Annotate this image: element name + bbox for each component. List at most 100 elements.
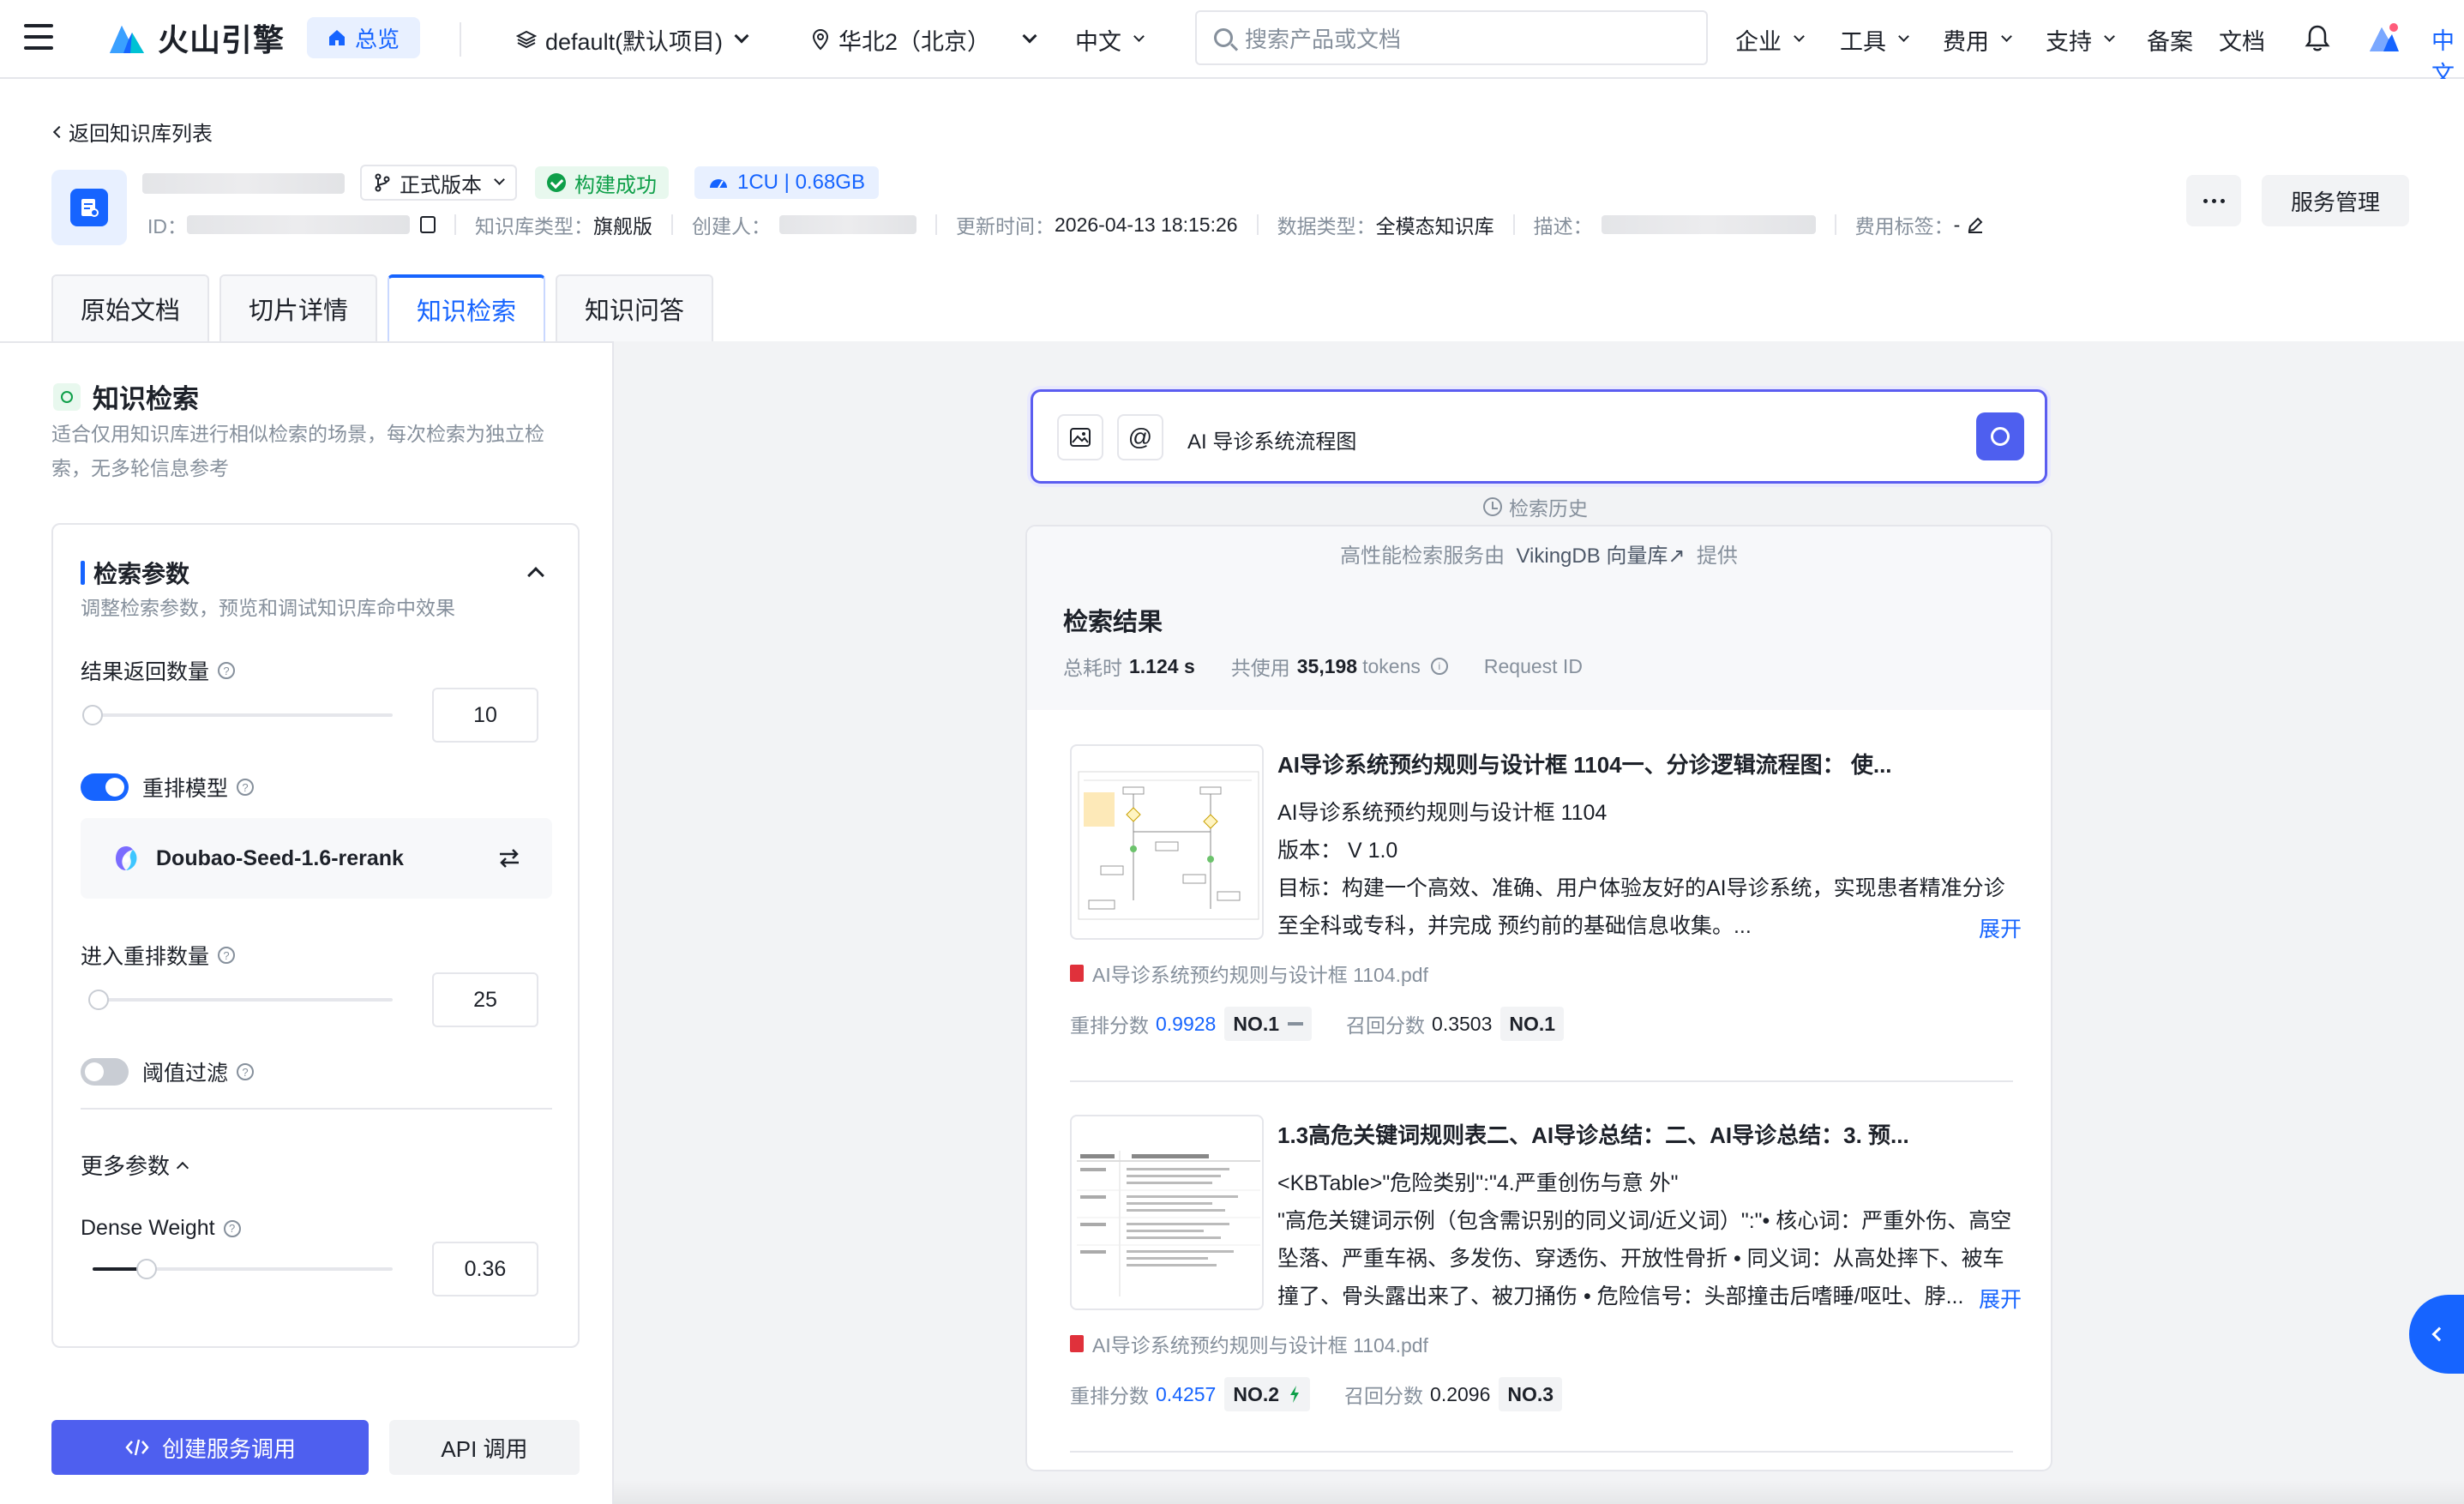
rerank-toggle[interactable] bbox=[81, 773, 129, 801]
expand-link[interactable]: 展开 bbox=[1979, 912, 2022, 943]
project-name: default(默认项目) bbox=[545, 28, 724, 55]
slider-handle[interactable] bbox=[88, 990, 109, 1010]
menu-tools-label: 工具 bbox=[1840, 28, 1886, 55]
back-to-list-link[interactable]: 返回知识库列表 bbox=[52, 117, 213, 147]
result-title[interactable]: AI导诊系统预约规则与设计框 1104一、分诊逻辑流程图： 使... bbox=[1277, 748, 1963, 779]
threshold-filter-toggle[interactable] bbox=[81, 1058, 129, 1086]
rerank-count-slider[interactable] bbox=[88, 990, 393, 1010]
help-icon[interactable]: ? bbox=[237, 1063, 255, 1080]
brand-logo[interactable]: 火山引擎 bbox=[106, 15, 285, 60]
bell-icon[interactable] bbox=[2305, 24, 2330, 53]
create-service-call-button[interactable]: 创建服务调用 bbox=[51, 1420, 369, 1475]
check-circle-icon bbox=[547, 173, 566, 192]
result-thumbnail[interactable] bbox=[1070, 744, 1264, 940]
region-selector[interactable]: 华北2（北京） bbox=[811, 21, 1037, 58]
pdf-icon bbox=[1070, 1335, 1084, 1352]
service-management-button[interactable]: 服务管理 bbox=[2262, 175, 2409, 226]
menu-tools[interactable]: 工具 bbox=[1840, 21, 1909, 58]
vikingdb-link[interactable]: VikingDB 向量库↗ bbox=[1516, 544, 1685, 568]
result-line: <KBTable>"危险类别":"4.严重创伤与意 外" bbox=[1277, 1171, 1679, 1195]
image-upload-button[interactable] bbox=[1057, 414, 1103, 460]
chevron-down-icon bbox=[1133, 30, 1145, 42]
result-line: AI导诊系统预约规则与设计框 1104 bbox=[1277, 801, 1608, 825]
rerank-count-input[interactable]: 25 bbox=[432, 972, 538, 1027]
source-file[interactable]: AI导诊系统预约规则与设计框 1104.pdf bbox=[1070, 1329, 1428, 1358]
search-history-link[interactable]: 检索历史 bbox=[1483, 492, 1588, 521]
edit-icon[interactable] bbox=[1967, 216, 1984, 233]
rerank-rank-badge: NO.1 bbox=[1224, 1007, 1313, 1041]
top-navigation-bar: 火山引擎 总览 default(默认项目) 华北2（北京） 中文 搜索产品或文档… bbox=[0, 0, 2464, 87]
mention-button[interactable]: @ bbox=[1117, 414, 1163, 460]
tab-original-documents[interactable]: 原始文档 bbox=[51, 274, 210, 341]
dense-weight-slider[interactable] bbox=[93, 1259, 393, 1279]
cost-tag-label: 费用标签： bbox=[1854, 215, 1954, 238]
chevron-left-icon bbox=[52, 125, 66, 138]
info-icon[interactable]: i bbox=[1430, 658, 1448, 675]
help-icon[interactable]: ? bbox=[218, 947, 236, 964]
id-label: ID： bbox=[147, 215, 187, 238]
id-value-redacted bbox=[187, 215, 410, 234]
chevron-up-icon bbox=[176, 1161, 189, 1174]
swap-icon[interactable] bbox=[497, 847, 521, 869]
global-search-input[interactable]: 搜索产品或文档 bbox=[1195, 10, 1708, 65]
more-actions-button[interactable] bbox=[2186, 175, 2241, 226]
chevron-down-icon bbox=[2104, 30, 2115, 42]
bottom-shadow bbox=[614, 1480, 2464, 1504]
source-file-name: AI导诊系统预约规则与设计框 1104.pdf bbox=[1092, 1334, 1428, 1357]
recall-score-value: 0.2096 bbox=[1430, 1382, 1491, 1405]
slider-handle[interactable] bbox=[136, 1259, 157, 1279]
user-avatar-icon[interactable] bbox=[2366, 21, 2401, 55]
side-panel-toggle[interactable] bbox=[2409, 1295, 2464, 1374]
chevron-down-icon bbox=[1022, 28, 1037, 44]
more-params-label: 更多参数 bbox=[81, 1153, 171, 1179]
rerank-model-selector[interactable]: Doubao-Seed-1.6-rerank bbox=[81, 818, 552, 899]
query-input[interactable]: AI 导诊系统流程图 bbox=[1187, 424, 1356, 454]
copy-icon[interactable] bbox=[420, 216, 436, 233]
meta-divider bbox=[671, 214, 673, 235]
help-icon[interactable]: ? bbox=[223, 1219, 241, 1237]
chevron-down-icon bbox=[1898, 30, 1909, 42]
threshold-filter-label: 阈值过滤 ? bbox=[142, 1056, 255, 1087]
menu-icon[interactable] bbox=[24, 24, 53, 50]
link-filing[interactable]: 备案 bbox=[2147, 21, 2193, 58]
code-icon bbox=[125, 1439, 149, 1456]
dense-weight-input[interactable]: 0.36 bbox=[432, 1242, 538, 1296]
results-header: 高性能检索服务由 VikingDB 向量库↗ 提供 检索结果 总耗时 1.124… bbox=[1027, 526, 2051, 710]
search-submit-button[interactable] bbox=[1976, 412, 2024, 460]
menu-support[interactable]: 支持 bbox=[2046, 21, 2115, 58]
result-count-slider[interactable] bbox=[82, 705, 393, 725]
slider-handle[interactable] bbox=[82, 705, 103, 725]
tab-knowledge-qa[interactable]: 知识问答 bbox=[556, 274, 714, 341]
menu-enterprise[interactable]: 企业 bbox=[1735, 21, 1805, 58]
region-name: 华北2（北京） bbox=[838, 28, 991, 55]
link-docs[interactable]: 文档 bbox=[2219, 21, 2265, 58]
result-content: <KBTable>"危险类别":"4.严重创伤与意 外" "高危关键词示例（包含… bbox=[1277, 1164, 2015, 1315]
overview-button[interactable]: 总览 bbox=[307, 17, 421, 58]
creator-value-redacted bbox=[779, 215, 916, 234]
result-thumbnail[interactable] bbox=[1070, 1115, 1264, 1310]
chevron-up-icon[interactable] bbox=[527, 567, 544, 584]
source-file[interactable]: AI导诊系统预约规则与设计框 1104.pdf bbox=[1070, 959, 1428, 988]
result-title[interactable]: 1.3高危关键词规则表二、AI导诊总结：二、AI导诊总结：3. 预... bbox=[1277, 1118, 1963, 1150]
language-selector[interactable]: 中文 bbox=[1075, 21, 1145, 58]
result-line: 至全科或专科，并完成 预约前的基础信息收集。... bbox=[1277, 914, 1752, 938]
recall-score-label: 召回分数 bbox=[1346, 1014, 1426, 1037]
request-id-label[interactable]: Request ID bbox=[1484, 655, 1583, 678]
menu-billing[interactable]: 费用 bbox=[1943, 21, 2012, 58]
tab-chunk-details[interactable]: 切片详情 bbox=[219, 274, 378, 341]
more-params-toggle[interactable]: 更多参数 bbox=[81, 1149, 189, 1181]
result-count-input[interactable]: 10 bbox=[432, 688, 538, 743]
tokens-label: 共使用 bbox=[1230, 657, 1290, 679]
pdf-icon bbox=[1070, 965, 1084, 982]
rerank-score-value: 0.4257 bbox=[1156, 1382, 1217, 1405]
version-selector[interactable]: 正式版本 bbox=[360, 165, 517, 201]
tab-knowledge-retrieval[interactable]: 知识检索 bbox=[388, 274, 546, 341]
rerank-score-value: 0.9928 bbox=[1156, 1012, 1217, 1035]
api-call-button[interactable]: API 调用 bbox=[389, 1420, 580, 1475]
source-file-name: AI导诊系统预约规则与设计框 1104.pdf bbox=[1092, 964, 1428, 986]
help-icon[interactable]: ? bbox=[218, 662, 236, 679]
result-count-label-text: 结果返回数量 bbox=[81, 660, 210, 684]
help-icon[interactable]: ? bbox=[237, 779, 255, 796]
expand-link[interactable]: 展开 bbox=[1979, 1283, 2022, 1314]
project-selector[interactable]: default(默认项目) bbox=[516, 21, 749, 58]
